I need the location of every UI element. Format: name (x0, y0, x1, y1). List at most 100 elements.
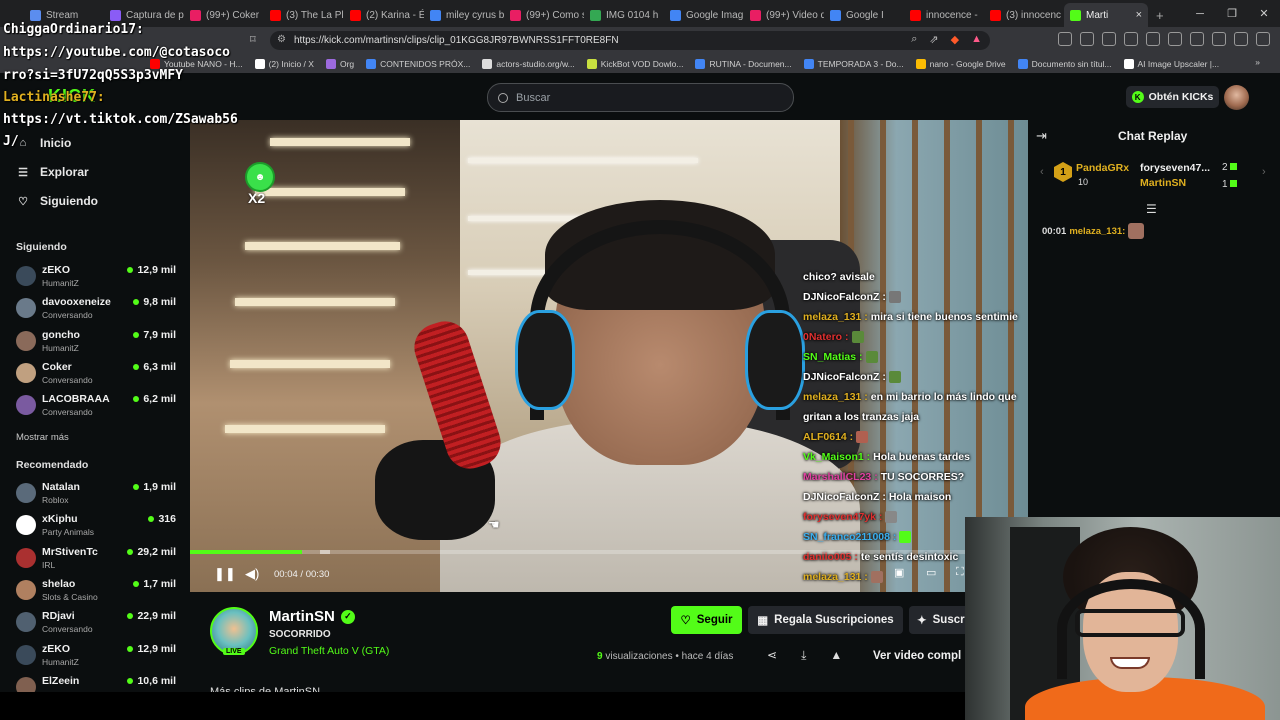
browser-tab[interactable]: (2) Karina - É (344, 3, 424, 27)
bookmark-item[interactable]: CONTENIDOS PRÓX... (366, 58, 470, 69)
extension-icon[interactable] (1190, 32, 1204, 46)
alert-icon[interactable]: ▲ (971, 33, 982, 46)
zoom-icon[interactable]: ⌕ (911, 33, 917, 46)
viewer-count: 22,9 mil (127, 610, 176, 622)
bookmark-icon[interactable]: ⌑ (250, 33, 256, 46)
browser-tab[interactable]: (3) innocenc (984, 3, 1064, 27)
sidebar-item-inicio[interactable]: ⌂ Inicio (16, 136, 72, 150)
sidebar-item-explorar[interactable]: ☰ Explorar (16, 165, 89, 179)
maximize-button[interactable]: ❐ (1216, 0, 1248, 27)
streamer-name[interactable]: MartinSN ✓ (269, 608, 355, 625)
bookmark-item[interactable]: KickBot VOD Dowlo... (586, 58, 683, 69)
channel-item[interactable]: RDjavi Conversando 22,9 mil (16, 610, 180, 640)
close-tab-icon[interactable]: × (1136, 9, 1142, 21)
menu-icon[interactable] (1256, 32, 1270, 46)
browser-tab[interactable]: Google Imag (664, 3, 744, 27)
channel-item[interactable]: zEKO HumanitZ 12,9 mil (16, 643, 180, 673)
channel-category: HumanitZ (42, 342, 79, 353)
bookmark-item[interactable]: Youtube NANO - H... (150, 58, 243, 69)
extension-icon[interactable] (1146, 32, 1160, 46)
watch-full-video-button[interactable]: Ver video compl (873, 650, 961, 662)
follow-button[interactable]: ♡ Seguir (671, 606, 742, 634)
browser-tab[interactable]: Google I (824, 3, 904, 27)
extension-icon[interactable] (1168, 32, 1182, 46)
bookmark-item[interactable]: Documento sin títul... (1017, 58, 1112, 69)
extension-icon[interactable] (1212, 32, 1226, 46)
share-icon[interactable]: ⋖ (767, 648, 777, 663)
browser-tab[interactable]: IMG 0104 h (584, 3, 664, 27)
subscribe-button[interactable]: ✦ Suscr (909, 606, 965, 634)
browser-tab[interactable]: (99+) Como s (504, 3, 584, 27)
channel-item[interactable]: Natalan Roblox 1,9 mil (16, 481, 180, 511)
close-window-button[interactable]: ✕ (1248, 0, 1280, 27)
browser-tab[interactable]: Marti × (1064, 3, 1148, 27)
new-tab-button[interactable]: + (1148, 8, 1172, 27)
second-name[interactable]: foryseven47... (1140, 162, 1210, 174)
bookmark-item[interactable]: nano - Google Drive (915, 58, 1006, 69)
browser-tab[interactable]: (99+) Coker (184, 3, 264, 27)
bookmark-item[interactable]: AI Image Upscaler |... (1123, 58, 1219, 69)
tab-title: innocence - (926, 9, 978, 21)
overlay-chat-line: ALF0614 : (803, 430, 1028, 445)
overlay-chat-line: chico? avisale (803, 270, 1028, 285)
user-avatar[interactable] (1224, 85, 1249, 110)
fullscreen-icon[interactable]: ⛶ (956, 566, 964, 579)
browser-tab[interactable]: innocence - (904, 3, 984, 27)
extension-icon[interactable] (1058, 32, 1072, 46)
bookmark-item[interactable]: RUTINA - Documen... (695, 58, 792, 69)
gift-subs-button[interactable]: ▦ Regala Suscripciones (748, 606, 903, 634)
channel-item[interactable]: zEKO HumanitZ 12,9 mil (16, 264, 180, 294)
url-field[interactable]: ⚙ https://kick.com/martinsn/clips/clip_0… (270, 31, 990, 50)
minimize-button[interactable]: ─ (1184, 0, 1216, 27)
browser-tab[interactable]: miley cyrus b (424, 3, 504, 27)
pip-icon[interactable]: ▭ (926, 566, 936, 579)
viewer-count-text: 12,9 mil (137, 642, 176, 655)
theater-icon[interactable]: ▣ (894, 566, 904, 579)
volume-icon[interactable]: ◀) (245, 566, 259, 582)
show-more-link[interactable]: Mostrar más (16, 432, 69, 443)
share-icon[interactable]: ⇗ (929, 33, 938, 46)
channel-item[interactable]: shelao Slots & Casino 1,7 mil (16, 578, 180, 608)
search-input[interactable]: Buscar (487, 83, 794, 112)
extension-icon[interactable] (1102, 32, 1116, 46)
pause-icon[interactable]: ❚❚ (214, 566, 236, 582)
emote-multiplier: X2 (248, 190, 266, 206)
collapse-chat-icon[interactable]: ⇥ (1036, 128, 1047, 144)
channel-item[interactable]: MrStivenTc IRL 29,2 mil (16, 546, 180, 576)
browser-tab[interactable]: (99+) Video d (744, 3, 824, 27)
tab-favicon-icon (990, 9, 1001, 21)
third-name[interactable]: MartinSN (1140, 177, 1210, 189)
brave-shield-icon[interactable]: ◆ (951, 33, 959, 46)
sidebar-item-siguiendo[interactable]: ♡ Siguiendo (16, 194, 98, 208)
channel-item[interactable]: Coker Conversando 6,3 mil (16, 361, 180, 391)
overlay-chat-text: Hola maison (888, 491, 952, 503)
video-player[interactable]: ☻ X2 chico? avisale DJNicoFalconZ : melaza… (190, 120, 1028, 592)
tab-title: (2) Karina - É (366, 9, 424, 21)
tab-favicon-icon (190, 9, 201, 21)
channel-item[interactable]: davooxeneize Conversando 9,8 mil (16, 296, 180, 326)
bookmark-item[interactable]: (2) Inicio / X (254, 58, 314, 69)
bookmark-item[interactable]: TEMPORADA 3 - Do... (803, 58, 904, 69)
download-icon[interactable]: ⤓ (801, 648, 806, 663)
extension-icon[interactable] (1080, 32, 1094, 46)
progress-bar[interactable] (190, 550, 1028, 554)
channel-item[interactable]: LACOBRAAA Conversando 6,2 mil (16, 393, 180, 423)
channel-item[interactable]: goncho HumanitZ 7,9 mil (16, 329, 180, 359)
get-kicks-button[interactable]: K Obtén KICKs (1126, 86, 1219, 108)
channel-category: Roblox (42, 495, 69, 505)
overlay-chat-user: SN_Matias : (803, 351, 863, 363)
more-bookmarks-icon[interactable]: » (1255, 57, 1260, 67)
extension-icon[interactable] (1234, 32, 1248, 46)
channel-item[interactable]: xKiphu Party Animals 316 (16, 513, 180, 543)
report-icon[interactable]: ▲ (830, 648, 842, 663)
bookmark-item[interactable]: Org (325, 58, 354, 69)
message-user[interactable]: melaza_131: (1069, 226, 1125, 237)
bookmark-item[interactable]: actors-studio.org/w... (482, 58, 575, 69)
tab-title: (99+) Video d (766, 9, 824, 21)
pinned-icon[interactable]: ☰ (1146, 202, 1157, 216)
game-link[interactable]: Grand Theft Auto V (GTA) (269, 645, 389, 657)
channel-avatar (16, 395, 36, 416)
extension-icon[interactable] (1124, 32, 1138, 46)
site-info-icon[interactable]: ⚙ (277, 34, 286, 45)
browser-tab[interactable]: (3) The La Pl (264, 3, 344, 27)
